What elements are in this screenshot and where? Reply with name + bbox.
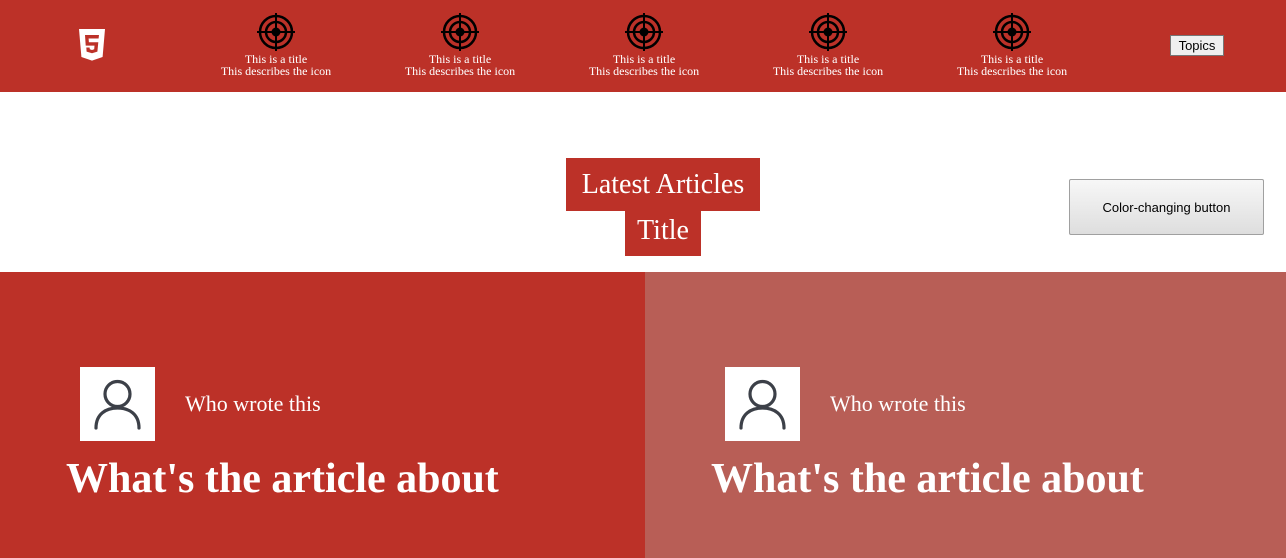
section-heading: Latest Articles [566, 158, 760, 211]
nav-item-description: This describes the icon [772, 64, 884, 78]
target-icon [993, 13, 1031, 51]
nav-item[interactable]: This is a title This describes the icon [748, 13, 908, 77]
article-title[interactable]: What's the article about [711, 454, 1144, 504]
target-icon [441, 13, 479, 51]
avatar [80, 367, 155, 441]
nav-item-description: This describes the icon [956, 64, 1068, 78]
article-card[interactable]: Who wrote this What's the article about [645, 272, 1286, 558]
avatar [725, 367, 800, 441]
section-subheading: Title [625, 211, 701, 256]
nav-item-description: This describes the icon [404, 64, 516, 78]
user-icon [94, 379, 141, 430]
nav-item[interactable]: This is a title This describes the icon [196, 13, 356, 77]
color-changing-button[interactable]: Color-changing button [1069, 179, 1264, 235]
target-icon [809, 13, 847, 51]
article-title[interactable]: What's the article about [66, 454, 499, 504]
user-icon [739, 379, 786, 430]
top-navigation-bar: This is a title This describes the icon … [0, 0, 1286, 92]
nav-item-description: This describes the icon [220, 64, 332, 78]
target-icon [625, 13, 663, 51]
nav-item[interactable]: This is a title This describes the icon [564, 13, 724, 77]
topics-button[interactable]: Topics [1170, 35, 1224, 56]
nav-item[interactable]: This is a title This describes the icon [380, 13, 540, 77]
article-author: Who wrote this [830, 391, 966, 416]
nav-item[interactable]: This is a title This describes the icon [932, 13, 1092, 77]
article-author: Who wrote this [185, 391, 321, 416]
target-icon [257, 13, 295, 51]
html5-icon[interactable] [77, 28, 107, 62]
article-card[interactable]: Who wrote this What's the article about [0, 272, 645, 558]
nav-item-description: This describes the icon [588, 64, 700, 78]
